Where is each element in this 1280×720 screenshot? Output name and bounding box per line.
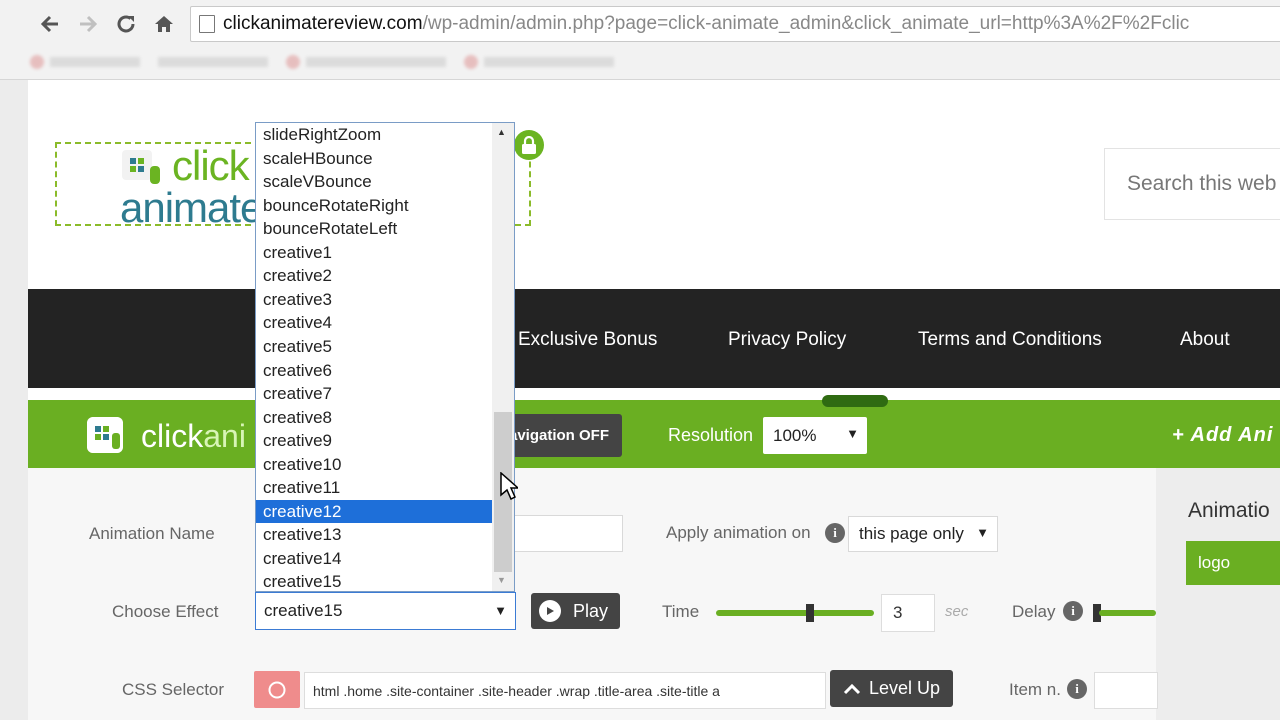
effect-value: creative15 xyxy=(264,601,343,620)
dropdown-option[interactable]: creative4 xyxy=(256,311,492,335)
time-slider[interactable] xyxy=(716,610,874,616)
dropdown-option[interactable]: creative12 xyxy=(256,499,492,524)
bookmark-item[interactable] xyxy=(286,55,446,69)
home-button[interactable] xyxy=(148,8,180,40)
delay-slider[interactable] xyxy=(1099,610,1156,616)
dropdown-option[interactable]: creative6 xyxy=(256,359,492,383)
info-icon[interactable]: i xyxy=(1063,601,1083,621)
forward-arrow-icon xyxy=(80,15,98,33)
info-icon[interactable]: i xyxy=(825,523,845,543)
dropdown-option[interactable]: creative14 xyxy=(256,547,492,571)
resolution-value: 100% xyxy=(773,425,817,445)
reload-icon xyxy=(117,15,135,33)
css-selector-label: CSS Selector xyxy=(122,680,225,699)
bookmarks-bar xyxy=(30,48,870,76)
chevron-down-icon: ▼ xyxy=(494,603,507,618)
pick-element-button[interactable] xyxy=(254,671,300,708)
time-label: Time xyxy=(662,602,700,621)
add-animation-button[interactable]: + Add Ani xyxy=(1172,424,1273,447)
plugin-logo-icon xyxy=(87,417,123,453)
effect-dropdown-list[interactable]: slideRightZoom scaleHBounce scaleVBounce bo… xyxy=(255,122,515,592)
animations-sidebar-title: Animatio xyxy=(1188,499,1270,522)
time-input[interactable]: 3 xyxy=(881,594,935,632)
back-button[interactable] xyxy=(34,8,66,40)
dropdown-option[interactable]: creative8 xyxy=(256,406,492,430)
apply-on-label: Apply animation on xyxy=(666,523,811,542)
apply-on-select[interactable]: this page only ▼ xyxy=(848,516,998,552)
bookmark-item[interactable] xyxy=(158,57,268,67)
plugin-logo-text-a: click xyxy=(141,418,204,454)
forward-button[interactable] xyxy=(72,8,104,40)
target-icon xyxy=(268,681,286,698)
nav-link-terms[interactable]: Terms and Conditions xyxy=(918,329,1102,351)
item-n-label: Item n. xyxy=(1009,680,1061,699)
info-icon[interactable]: i xyxy=(1067,679,1087,699)
bookmark-item[interactable] xyxy=(464,55,614,69)
effect-select[interactable]: creative15 ▼ xyxy=(255,592,516,630)
time-unit-label: sec xyxy=(945,603,969,620)
level-up-label: Level Up xyxy=(868,678,941,698)
site-logo-line2[interactable]: animate xyxy=(120,184,263,232)
dropdown-option[interactable]: creative7 xyxy=(256,382,492,406)
url-path: /wp-admin/admin.php?page=click-animate_a… xyxy=(422,13,1190,34)
dropdown-option[interactable]: creative2 xyxy=(256,264,492,288)
dropdown-option[interactable]: scaleVBounce xyxy=(256,170,492,194)
animation-name-label: Animation Name xyxy=(89,524,215,543)
dropdown-option[interactable]: bounceRotateRight xyxy=(256,194,492,218)
play-button[interactable]: Play xyxy=(531,593,620,629)
dropdown-option[interactable]: creative15 xyxy=(256,570,492,591)
nav-link-exclusive-bonus[interactable]: Exclusive Bonus xyxy=(518,329,657,351)
toolbar-drag-handle[interactable] xyxy=(822,395,888,407)
dropdown-option[interactable]: bounceRotateLeft xyxy=(256,217,492,241)
dropdown-option[interactable]: scaleHBounce xyxy=(256,147,492,171)
apply-on-value: this page only xyxy=(859,524,964,543)
dropdown-option[interactable]: creative11 xyxy=(256,476,492,500)
page-icon xyxy=(199,15,215,33)
animation-name-input[interactable] xyxy=(505,515,623,552)
nav-link-about[interactable]: About xyxy=(1180,329,1230,351)
logo-icon xyxy=(122,150,160,184)
dropdown-option[interactable]: creative13 xyxy=(256,523,492,547)
dropdown-option[interactable]: creative5 xyxy=(256,335,492,359)
dropdown-option[interactable]: creative10 xyxy=(256,453,492,477)
nav-link-privacy-policy[interactable]: Privacy Policy xyxy=(728,329,846,351)
site-search-input[interactable]: Search this web xyxy=(1104,148,1280,220)
dropdown-option[interactable]: slideRightZoom xyxy=(256,123,492,147)
scroll-up-arrow-icon[interactable]: ▲ xyxy=(497,127,506,137)
dropdown-option[interactable]: creative3 xyxy=(256,288,492,312)
chevron-down-icon: ▼ xyxy=(976,525,989,540)
play-label: Play xyxy=(573,600,609,621)
level-up-button[interactable]: Level Up xyxy=(830,670,953,707)
address-bar[interactable]: clickanimatereview.com /wp-admin/admin.p… xyxy=(190,6,1280,42)
lock-icon xyxy=(522,136,536,154)
site-logo-line1[interactable]: click xyxy=(172,142,250,190)
dropdown-option[interactable]: creative1 xyxy=(256,241,492,265)
animation-list-item[interactable]: logo xyxy=(1186,541,1280,585)
page-gutter xyxy=(0,80,28,720)
plugin-logo-text-b: ani xyxy=(203,418,246,454)
reload-button[interactable] xyxy=(110,8,142,40)
css-selector-input[interactable]: html .home .site-container .site-header … xyxy=(304,672,826,709)
chevron-down-icon: ▼ xyxy=(846,426,859,441)
browser-chrome: clickanimatereview.com /wp-admin/admin.p… xyxy=(0,0,1280,80)
lock-button[interactable] xyxy=(514,130,544,160)
item-n-input[interactable] xyxy=(1094,672,1158,709)
dropdown-option[interactable]: creative9 xyxy=(256,429,492,453)
play-icon xyxy=(539,600,561,622)
chevron-up-icon xyxy=(843,683,861,694)
resolution-label: Resolution xyxy=(668,425,754,445)
bookmark-item[interactable] xyxy=(30,55,140,69)
delay-label: Delay xyxy=(1012,602,1056,621)
plugin-logo-text: clickani xyxy=(141,418,246,455)
choose-effect-label: Choose Effect xyxy=(112,602,219,621)
back-arrow-icon xyxy=(40,15,58,33)
mouse-cursor-icon xyxy=(500,472,518,500)
url-domain: clickanimatereview.com xyxy=(223,13,423,34)
home-icon xyxy=(155,16,173,32)
scroll-down-arrow-icon[interactable]: ▼ xyxy=(497,575,506,585)
time-slider-handle[interactable] xyxy=(806,604,814,622)
resolution-select[interactable]: 100% ▼ xyxy=(763,417,867,454)
